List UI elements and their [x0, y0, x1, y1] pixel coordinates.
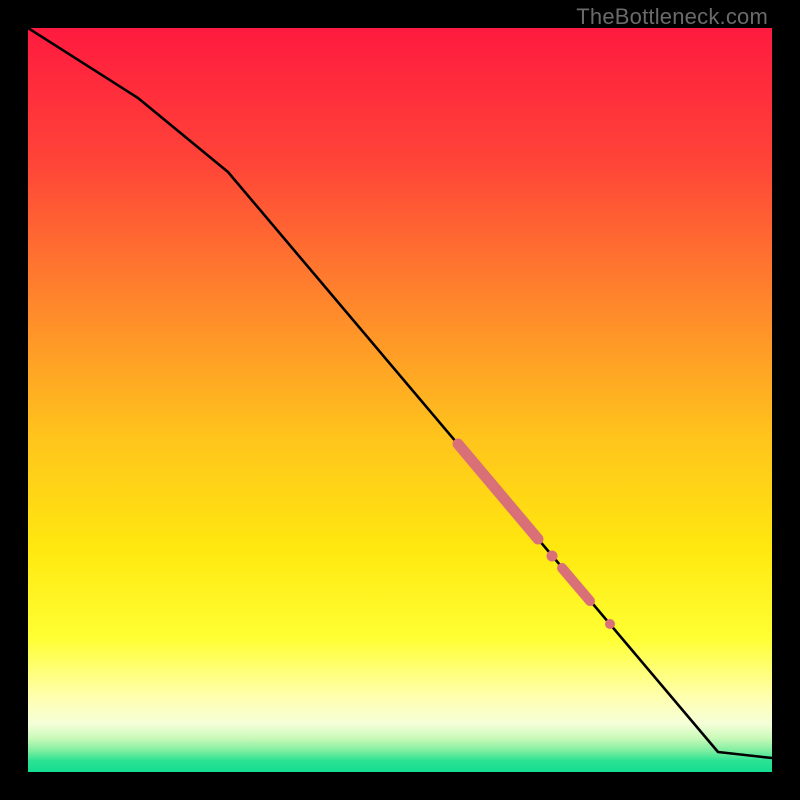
plot-area [28, 28, 772, 772]
gradient-background [28, 28, 772, 772]
highlight-dot-b [547, 551, 558, 562]
plot-svg [28, 28, 772, 772]
watermark-text: TheBottleneck.com [576, 4, 768, 30]
chart-frame: TheBottleneck.com [0, 0, 800, 800]
highlight-dot-d [605, 619, 615, 629]
